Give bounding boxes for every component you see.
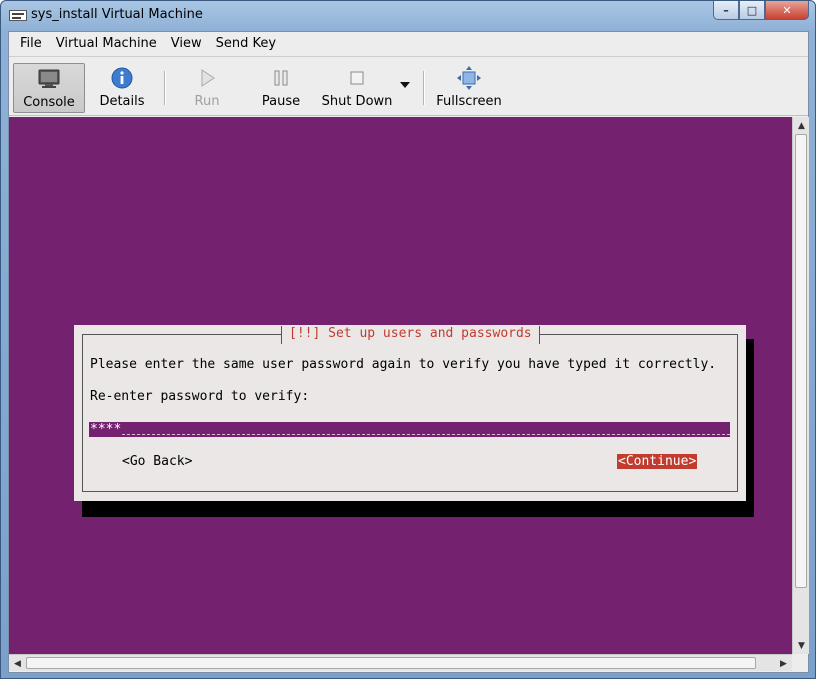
fullscreen-button[interactable]: Fullscreen xyxy=(433,63,505,113)
fullscreen-icon xyxy=(457,66,481,90)
toolbar: Console Details Run Pause Shut Down Full… xyxy=(9,56,808,116)
vertical-scroll-thumb[interactable] xyxy=(795,134,807,588)
password-prompt: Re-enter password to verify: xyxy=(90,389,310,404)
vm-console-display[interactable]: [!!] Set up users and passwords Please e… xyxy=(9,117,792,654)
run-button[interactable]: Run xyxy=(181,63,233,113)
console-label: Console xyxy=(23,95,75,110)
menu-bar: File Virtual Machine View Send Key xyxy=(9,32,808,55)
horizontal-scrollbar[interactable]: ◀ ▶ xyxy=(9,654,792,671)
details-button[interactable]: Details xyxy=(89,63,155,113)
pause-label: Pause xyxy=(261,94,301,109)
dialog-message: Please enter the same user password agai… xyxy=(90,357,717,372)
play-icon xyxy=(201,69,215,87)
window-controls: – □ ✕ xyxy=(713,1,809,21)
shutdown-label: Shut Down xyxy=(321,94,393,109)
menu-send-key[interactable]: Send Key xyxy=(209,36,283,51)
password-verify-value: **** xyxy=(90,422,122,437)
console-button[interactable]: Console xyxy=(13,63,85,113)
pause-button[interactable]: Pause xyxy=(253,63,309,113)
maximize-button[interactable]: □ xyxy=(739,1,765,20)
menu-file[interactable]: File xyxy=(13,36,49,51)
stop-icon xyxy=(350,71,364,85)
details-label: Details xyxy=(99,94,145,109)
shutdown-button[interactable]: Shut Down xyxy=(317,63,397,113)
minimize-button[interactable]: – xyxy=(713,1,739,20)
go-back-button[interactable]: <Go Back> xyxy=(122,454,192,469)
fullscreen-label: Fullscreen xyxy=(436,94,502,109)
continue-button[interactable]: <Continue> xyxy=(617,454,698,469)
close-button[interactable]: ✕ xyxy=(765,1,809,20)
shutdown-dropdown-arrow-icon[interactable] xyxy=(400,81,410,89)
menu-virtual-machine[interactable]: Virtual Machine xyxy=(49,36,164,51)
title-bar[interactable]: sys_install Virtual Machine – □ ✕ xyxy=(1,1,815,31)
info-icon xyxy=(111,67,133,89)
toolbar-separator xyxy=(164,71,166,105)
dialog-title: [!!] Set up users and passwords xyxy=(281,326,540,344)
monitor-icon xyxy=(38,69,60,88)
pause-icon xyxy=(274,70,288,86)
run-label: Run xyxy=(194,94,220,109)
vertical-scrollbar[interactable]: ▲ ▼ xyxy=(792,117,809,654)
window-client: File Virtual Machine View Send Key Conso… xyxy=(8,31,809,673)
input-underline xyxy=(122,434,730,435)
virt-manager-icon xyxy=(9,10,27,21)
scroll-down-arrow-icon[interactable]: ▼ xyxy=(794,638,809,653)
scroll-left-arrow-icon[interactable]: ◀ xyxy=(10,656,25,671)
scroll-up-arrow-icon[interactable]: ▲ xyxy=(794,118,809,133)
password-verify-input[interactable]: **** xyxy=(89,422,730,437)
toolbar-separator xyxy=(423,71,425,105)
vm-window: sys_install Virtual Machine – □ ✕ File V… xyxy=(0,0,816,679)
menu-view[interactable]: View xyxy=(164,36,209,51)
horizontal-scroll-thumb[interactable] xyxy=(26,657,756,669)
window-title: sys_install Virtual Machine xyxy=(31,7,203,22)
installer-dialog: [!!] Set up users and passwords Please e… xyxy=(74,325,746,501)
scroll-right-arrow-icon[interactable]: ▶ xyxy=(776,656,791,671)
